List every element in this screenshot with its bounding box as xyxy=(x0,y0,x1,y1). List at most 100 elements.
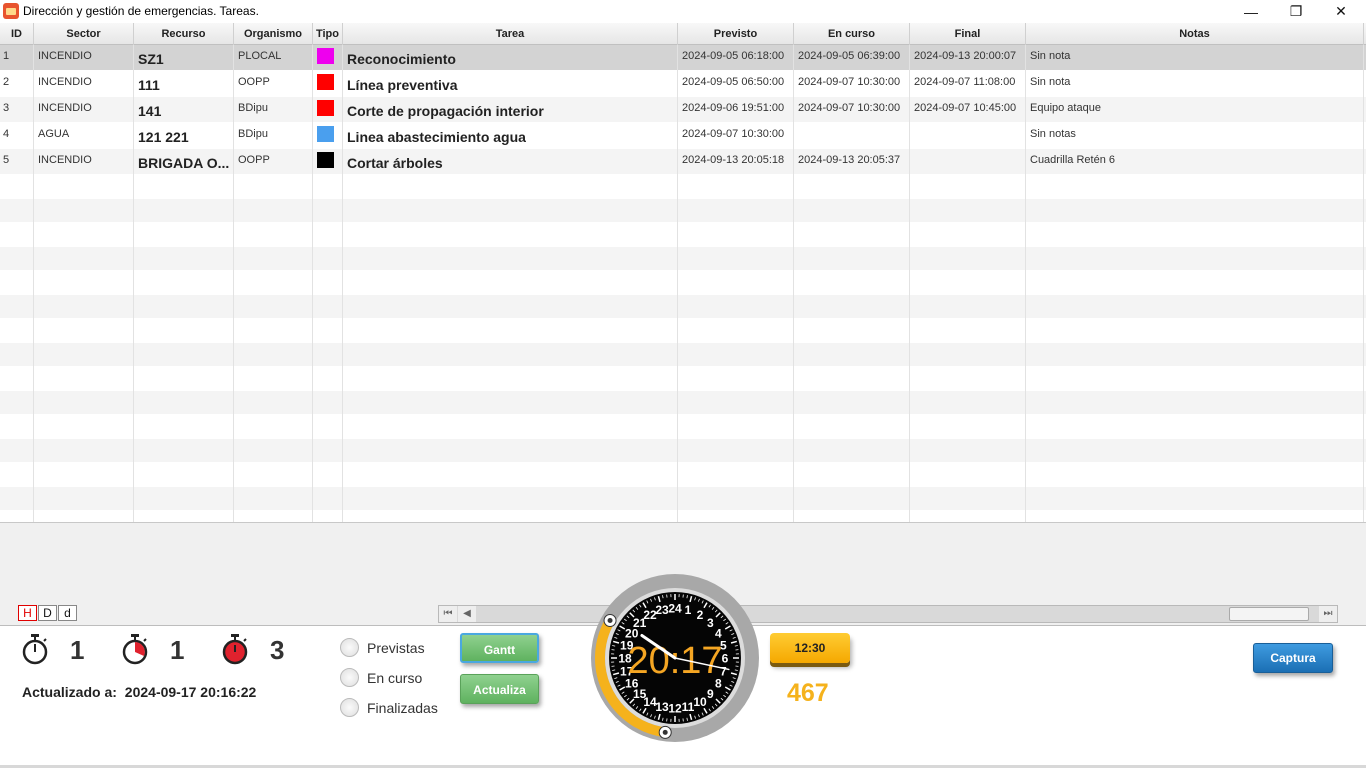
cell-organismo xyxy=(234,487,313,511)
filter-finalizadas[interactable]: Finalizadas xyxy=(340,698,438,717)
table-row[interactable]: 5 INCENDIO BRIGADA O... OOPP Cortar árboles 2… xyxy=(0,149,1366,175)
cell-tarea xyxy=(343,199,678,223)
cell-en-curso xyxy=(794,487,910,511)
cell-notas: Cuadrilla Retén 6 xyxy=(1026,149,1364,175)
maximize-button[interactable]: ❐ xyxy=(1273,0,1319,23)
table-row[interactable]: 3 INCENDIO 141 BDipu Corte de propagación in… xyxy=(0,97,1366,123)
cell-en-curso xyxy=(794,463,910,487)
tasks-table: ID Sector Recurso Organismo Tipo Tarea Previst… xyxy=(0,23,1366,523)
clock-digital-time: 20:17 xyxy=(627,640,722,682)
cell-tarea xyxy=(343,511,678,522)
cell-tipo-color xyxy=(313,247,343,271)
cell-recurso: 111 xyxy=(134,71,234,97)
time-pill[interactable]: 12:30 xyxy=(770,633,850,663)
clock-hour-label: 9 xyxy=(707,687,714,701)
cell-recurso xyxy=(134,511,234,522)
table-row-empty xyxy=(0,415,1366,439)
radio-icon[interactable] xyxy=(340,698,359,717)
tipo-color-swatch xyxy=(317,126,334,142)
table-row[interactable]: 4 AGUA 121 221 BDipu Linea abastecimiento ag… xyxy=(0,123,1366,149)
clock-hour-label: 1 xyxy=(685,603,692,617)
cell-organismo xyxy=(234,463,313,487)
cell-tarea xyxy=(343,247,678,271)
zoom-days-small-button[interactable]: d xyxy=(58,605,77,621)
elapsed-value: 467 xyxy=(787,679,829,707)
zoom-buttons: H D d xyxy=(18,605,78,621)
column-header-en-curso[interactable]: En curso xyxy=(794,23,910,45)
column-header-id[interactable]: ID xyxy=(0,23,34,45)
cell-recurso xyxy=(134,295,234,319)
table-row[interactable]: 2 INCENDIO 111 OOPP Línea preventiva 2024-09-… xyxy=(0,71,1366,97)
zoom-hours-button[interactable]: H xyxy=(18,605,37,621)
cell-tarea: Línea preventiva xyxy=(343,71,678,97)
cell-sector: INCENDIO xyxy=(34,97,134,123)
cell-recurso xyxy=(134,487,234,511)
cell-final xyxy=(910,367,1026,391)
cell-tipo-color xyxy=(313,175,343,199)
table-row[interactable]: 1 INCENDIO SZ1 PLOCAL Reconocimiento 2024-09-… xyxy=(0,45,1366,71)
captura-button[interactable]: Captura xyxy=(1253,643,1333,673)
scrollbar-thumb[interactable] xyxy=(1229,607,1309,621)
updated-value: 2024-09-17 20:16:22 xyxy=(124,684,257,700)
cell-previsto xyxy=(678,439,794,463)
cell-id xyxy=(0,247,34,271)
cell-en-curso xyxy=(794,439,910,463)
filter-previstas[interactable]: Previstas xyxy=(340,638,425,657)
cell-tarea xyxy=(343,343,678,367)
close-button[interactable]: ✕ xyxy=(1318,0,1364,23)
scroll-left-icon[interactable]: ◀ xyxy=(458,606,476,622)
gantt-button[interactable]: Gantt xyxy=(460,633,539,663)
column-header-previsto[interactable]: Previsto xyxy=(678,23,794,45)
cell-tarea: Corte de propagación interior xyxy=(343,97,678,123)
table-row-empty xyxy=(0,343,1366,367)
actualiza-button[interactable]: Actualiza xyxy=(460,674,539,704)
cell-en-curso xyxy=(794,295,910,319)
cell-en-curso xyxy=(794,175,910,199)
cell-tarea xyxy=(343,271,678,295)
radio-icon[interactable] xyxy=(340,638,359,657)
cell-tarea xyxy=(343,487,678,511)
cell-sector xyxy=(34,463,134,487)
table-row-empty xyxy=(0,295,1366,319)
scroll-start-icon[interactable]: ⏮ xyxy=(439,606,457,622)
cell-recurso xyxy=(134,199,234,223)
cell-id xyxy=(0,271,34,295)
cell-recurso xyxy=(134,343,234,367)
column-header-final[interactable]: Final xyxy=(910,23,1026,45)
cell-previsto xyxy=(678,391,794,415)
cell-recurso xyxy=(134,367,234,391)
minimize-button[interactable]: — xyxy=(1228,0,1274,23)
cell-tipo-color xyxy=(313,97,343,123)
counter-alarm: 3 xyxy=(222,634,284,666)
column-header-tarea[interactable]: Tarea xyxy=(343,23,678,45)
cell-final xyxy=(910,123,1026,149)
cell-recurso xyxy=(134,463,234,487)
column-header-tipo-color[interactable]: Tipo xyxy=(313,23,343,45)
cell-id xyxy=(0,343,34,367)
app-icon xyxy=(3,3,19,19)
cell-id xyxy=(0,295,34,319)
clock-hour-label: 23 xyxy=(655,603,669,617)
column-header-notas[interactable]: Notas xyxy=(1026,23,1364,45)
zoom-days-button[interactable]: D xyxy=(38,605,57,621)
column-header-organismo[interactable]: Organismo xyxy=(234,23,313,45)
cell-tipo-color xyxy=(313,71,343,97)
tipo-color-swatch xyxy=(317,74,334,90)
column-header-recurso[interactable]: Recurso xyxy=(134,23,234,45)
column-header-sector[interactable]: Sector xyxy=(34,23,134,45)
cell-final xyxy=(910,511,1026,522)
cell-tipo-color xyxy=(313,271,343,295)
cell-id xyxy=(0,175,34,199)
cell-final xyxy=(910,463,1026,487)
cell-final xyxy=(910,223,1026,247)
scroll-end-icon[interactable]: ⏭ xyxy=(1319,606,1337,622)
radio-icon[interactable] xyxy=(340,668,359,687)
table-row-empty xyxy=(0,487,1366,511)
cell-sector xyxy=(34,343,134,367)
filter-en-curso[interactable]: En curso xyxy=(340,668,422,687)
cell-tipo-color xyxy=(313,319,343,343)
cell-tarea xyxy=(343,463,678,487)
cell-previsto xyxy=(678,247,794,271)
horizontal-scrollbar[interactable]: ⏮ ◀ ⏭ xyxy=(438,605,1338,623)
cell-final xyxy=(910,149,1026,175)
